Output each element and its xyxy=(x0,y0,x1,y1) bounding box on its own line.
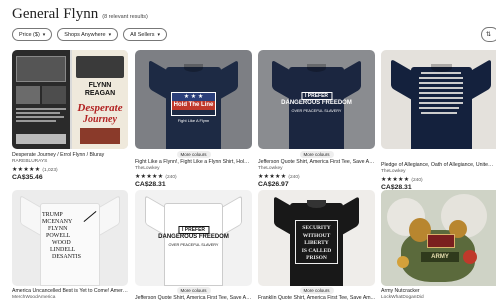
shirt-slogan: WOOD xyxy=(52,240,71,246)
bluray-front-cover: FLYNN REAGAN Desperate Journey xyxy=(72,50,128,149)
search-header: General Flynn (8 relevant results) xyxy=(12,6,148,26)
star-icon: ★★★★★ xyxy=(381,177,410,183)
listing-info: Army Nutcracker LockWhatDoganDid xyxy=(381,287,496,300)
price-filter-button[interactable]: Price ($) ▾ xyxy=(12,28,53,41)
more-colours-badge: More colours xyxy=(176,287,211,294)
listing-title[interactable]: Fight Like a Flynn!, Fight Like a Flynn … xyxy=(135,159,252,165)
shirt-slogan: WITHOUT xyxy=(302,232,331,239)
shirt-slogan: Fight Like A Flynn xyxy=(177,118,210,123)
sellers-filter-label: All Sellers xyxy=(130,31,155,38)
star-rating: ★★★★★ (240) xyxy=(135,173,252,180)
shirt-slogan: TRUMP xyxy=(42,212,63,218)
review-count: (240) xyxy=(288,175,300,180)
shop-name[interactable]: LockWhatDoganDid xyxy=(381,295,496,300)
shirt-slogan: OVER PEACEFUL SLAVERY xyxy=(168,243,219,247)
shop-name[interactable]: RAREBLURAYS xyxy=(12,159,128,164)
shop-location-filter-label: Shops Anywhere xyxy=(64,31,106,38)
shirt-slogan: SECURITY xyxy=(302,225,331,231)
listing-image[interactable]: I PREFER DANGEROUS FREEDOM OVER PEACEFUL… xyxy=(258,50,375,149)
poster-text: Journey xyxy=(83,114,117,125)
chevron-down-icon: ▾ xyxy=(108,31,112,38)
more-colours-badge: More colours xyxy=(299,151,334,158)
poster-text: FLYNN xyxy=(88,82,112,89)
listing-info: More colours Franklin Quote Shirt, Ameri… xyxy=(258,287,375,301)
sort-icon: ⇅ xyxy=(486,32,492,38)
review-count: (1,023) xyxy=(42,168,58,173)
shop-name[interactable]: TheLowkey xyxy=(381,169,496,174)
more-colours-badge: More colours xyxy=(299,287,334,294)
shirt-slogan: LIBERTY xyxy=(304,240,329,246)
flag-graphic: ★ ★ ★ Hold The Line xyxy=(171,92,216,116)
star-icon: ★★★★★ xyxy=(258,174,287,180)
shirt-slogan: MCENANY xyxy=(42,219,73,225)
review-count: (240) xyxy=(411,178,423,183)
listing-info: More colours Fight Like a Flynn!, Fight … xyxy=(135,151,252,188)
listing-image[interactable]: FLYNN REAGAN Desperate Journey xyxy=(12,50,128,149)
shop-name[interactable]: MerchWoodAmerica xyxy=(12,295,128,300)
star-rating: ★★★★★ (240) xyxy=(381,176,496,183)
listing-title[interactable]: Pledge of Allegiance, Oath of Allegiance… xyxy=(381,162,496,168)
shirt-slogan: DANGEROUS FREEDOM xyxy=(158,234,229,240)
shirt-slogan: DANGEROUS FREEDOM xyxy=(281,100,352,106)
shirt-slogan: DESANTIS xyxy=(52,254,82,260)
shirt-slogan: Hold The Line xyxy=(172,101,215,110)
listing-title[interactable]: Army Nutcracker xyxy=(381,288,496,294)
shop-name[interactable]: TheLowkey xyxy=(258,166,375,171)
poster-text: REAGAN xyxy=(84,90,116,97)
listing-price: CA$35.46 xyxy=(12,174,43,181)
chevron-down-icon: ▾ xyxy=(42,31,46,38)
listing-image[interactable]: SECURITY WITHOUT LIBERTY IS CALLED PRISO… xyxy=(258,190,375,286)
bluray-back-cover xyxy=(12,50,70,149)
review-count: (240) xyxy=(165,175,177,180)
more-colours-badge: More colours xyxy=(176,151,211,158)
shirt-slogan: I PREFER xyxy=(177,226,210,234)
shirt-slogan: POWELL xyxy=(46,233,71,239)
star-rating: ★★★★★ (1,023) xyxy=(12,166,128,173)
listing-info: More colours Jefferson Quote Shirt, Amer… xyxy=(135,287,252,301)
listing-image[interactable]: TRUMP MCENANY FLYNN POWELL WOOD LINDELL … xyxy=(12,190,128,286)
listing-title[interactable]: America Uncancelled Best is Yet to Come!… xyxy=(12,288,128,294)
listing-title[interactable]: Franklin Quote Shirt, America First Tee,… xyxy=(258,295,375,301)
shirt-slogan: FLYNN xyxy=(48,226,68,232)
shirt-slogan: I PREFER xyxy=(300,92,333,100)
listing-image[interactable]: I PREFER DANGEROUS FREEDOM OVER PEACEFUL… xyxy=(135,190,252,286)
listing-info: Pledge of Allegiance, Oath of Allegiance… xyxy=(381,161,496,191)
listing-info: Desperate Journey / Errol Flynn / Bluray… xyxy=(12,151,128,181)
shirt-slogan: OVER PEACEFUL SLAVERY xyxy=(291,109,342,113)
poster-text: Desperate xyxy=(77,102,123,114)
sort-button[interactable]: ⇅ xyxy=(481,27,496,42)
filter-bar: Price ($) ▾ Shops Anywhere ▾ All Sellers… xyxy=(12,28,168,41)
shirt-slogan: PRISON xyxy=(306,255,327,261)
price-filter-label: Price ($) xyxy=(19,31,40,38)
names-graphic: TRUMP MCENANY FLYNN POWELL WOOD LINDELL … xyxy=(42,210,98,272)
listing-title[interactable]: Jefferson Quote Shirt, America First Tee… xyxy=(258,159,375,165)
listing-image[interactable]: ARMY xyxy=(381,190,496,286)
ornament-label: ARMY xyxy=(421,252,459,262)
listing-info: America Uncancelled Best is Yet to Come!… xyxy=(12,287,128,300)
chevron-down-icon: ▾ xyxy=(157,31,161,38)
listing-price: CA$26.97 xyxy=(258,181,289,188)
results-count: (8 relevant results) xyxy=(102,14,148,20)
listing-image[interactable]: ★ ★ ★ Hold The Line Fight Like A Flynn xyxy=(135,50,252,149)
star-rating: ★★★★★ (240) xyxy=(258,173,375,180)
star-icon: ★★★★★ xyxy=(135,174,164,180)
shirt-slogan: LINDELL xyxy=(50,247,76,253)
sellers-filter-button[interactable]: All Sellers ▾ xyxy=(123,28,168,41)
listing-title[interactable]: Desperate Journey / Errol Flynn / Bluray xyxy=(12,152,128,158)
listing-info: More colours Jefferson Quote Shirt, Amer… xyxy=(258,151,375,188)
quote-graphic: SECURITY WITHOUT LIBERTY IS CALLED PRISO… xyxy=(295,220,338,264)
shop-name[interactable]: TheLowkey xyxy=(135,166,252,171)
shirt-slogan: IS CALLED xyxy=(301,247,332,254)
listing-title[interactable]: Jefferson Quote Shirt, America First Tee… xyxy=(135,295,252,301)
shop-location-filter-button[interactable]: Shops Anywhere ▾ xyxy=(57,28,119,41)
listing-price: CA$28.31 xyxy=(135,181,166,188)
star-icon: ★★★★★ xyxy=(12,167,41,173)
page-title: General Flynn xyxy=(12,6,99,22)
listing-image[interactable] xyxy=(381,50,496,149)
